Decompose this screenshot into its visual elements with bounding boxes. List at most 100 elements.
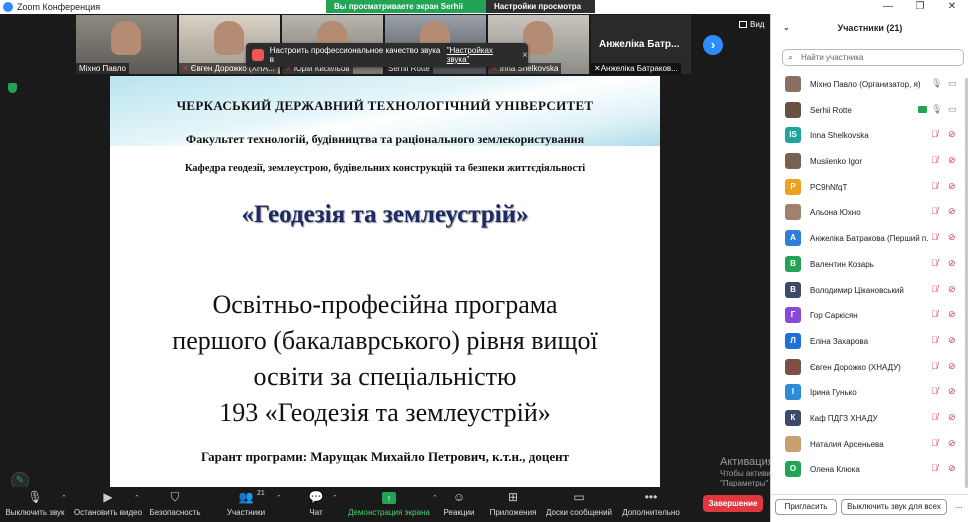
chevron-up-icon[interactable]: ⌃ — [332, 494, 338, 502]
minimize-button[interactable]: — — [872, 0, 904, 14]
window-controls: — ❐ ✕ — [872, 0, 968, 14]
view-label: Вид — [750, 20, 765, 29]
participant-name: Гор Саркісян — [810, 311, 858, 321]
microphone-icon[interactable]: 🎙 — [931, 78, 942, 89]
participants-panel: ⌄ Участники (21) ⌕ Найти участника Міхно… — [770, 14, 968, 522]
participant-row[interactable]: Євген Дорожко (ХНАДУ) 🎙̸ ⊘ — [771, 355, 968, 381]
video-off-icon[interactable]: ⊘ — [948, 284, 956, 295]
participant-row[interactable]: Наталия Арсеньева 🎙̸ ⊘ — [771, 432, 968, 458]
apps-icon: ⊞ — [507, 490, 519, 504]
participant-row[interactable]: І Ірина Гунько 🎙̸ ⊘ — [771, 380, 968, 406]
video-camera-icon[interactable]: ▭ — [948, 78, 957, 89]
participant-row[interactable]: Serhii Rotte 🎙 ▭ — [771, 98, 968, 124]
participant-name: Міхно Павло (Организатор, я) — [810, 80, 921, 89]
shield-icon: ⛉ — [170, 490, 180, 504]
video-off-icon[interactable]: ⊘ — [948, 361, 956, 372]
more-button[interactable]: ••• Дополнительно — [620, 490, 682, 517]
mic-off-icon[interactable]: 🎙̸ — [931, 206, 938, 216]
mic-off-icon[interactable]: 🎙̸ — [931, 129, 938, 139]
chevron-up-icon[interactable]: ⌃ — [61, 494, 67, 502]
security-button[interactable]: ⛉ Безопасность — [148, 490, 202, 517]
shared-screen: ЧЕРКАСЬКИЙ ДЕРЖАВНИЙ ТЕХНОЛОГІЧНИЙ УНІВЕ… — [110, 76, 660, 487]
mic-off-icon[interactable]: 🎙̸ — [931, 232, 938, 242]
toast-close-button[interactable]: × — [522, 50, 528, 61]
share-screen-button[interactable]: ↑ Демонстрация экрана ⌃ — [348, 490, 438, 517]
participant-name: Ірина Гунько — [810, 388, 857, 398]
video-thumbnail[interactable]: Міхно Павло — [76, 15, 177, 74]
audio-settings-link[interactable]: "Настройках звука" — [447, 46, 516, 64]
participant-row[interactable]: К Каф ПДГЗ ХНАДУ 🎙̸ ⊘ — [771, 406, 968, 432]
next-page-button[interactable]: › — [703, 35, 723, 55]
participant-name: Альона Юхно — [810, 208, 861, 218]
microphone-icon[interactable]: 🎙 — [931, 104, 942, 115]
participant-row[interactable]: В Валентин Козарь 🎙̸ ⊘ — [771, 252, 968, 278]
participant-row[interactable]: Г Гор Саркісян 🎙̸ ⊘ — [771, 303, 968, 329]
close-button[interactable]: ✕ — [936, 0, 968, 14]
view-settings-button[interactable]: Настройки просмотра ⌄ — [486, 0, 595, 24]
participant-row[interactable]: P PC9hNfqT 🎙̸ ⊘ — [771, 175, 968, 201]
mic-off-icon[interactable]: 🎙̸ — [931, 309, 938, 319]
apps-button[interactable]: ⊞ Приложения — [488, 490, 538, 517]
mic-off-icon[interactable]: 🎙̸ — [931, 438, 938, 448]
slide-faculty: Факультет технологій, будівництва та рац… — [185, 132, 585, 146]
mic-off-icon[interactable]: 🎙̸ — [931, 386, 938, 396]
mic-off-icon[interactable]: 🎙̸ — [931, 284, 938, 294]
whiteboards-button[interactable]: ▭ Доски сообщений — [545, 490, 613, 517]
participant-row[interactable]: В Володимир Цікановський 🎙̸ ⊘ — [771, 278, 968, 304]
video-off-icon[interactable]: ⊘ — [948, 129, 956, 140]
microphone-icon: 🎙 — [27, 490, 43, 504]
video-off-icon[interactable]: ⊘ — [948, 181, 956, 192]
stop-video-button[interactable]: ▶ Остановить видео ⌃ — [72, 490, 144, 517]
reactions-button[interactable]: ☺ Реакции — [442, 490, 476, 517]
participant-row[interactable]: Musiienko Igor 🎙̸ ⊘ — [771, 149, 968, 175]
video-off-icon[interactable]: ⊘ — [948, 155, 956, 166]
chevron-up-icon[interactable]: ⌃ — [134, 494, 140, 502]
chevron-up-icon[interactable]: ⌃ — [276, 494, 282, 502]
video-off-icon[interactable]: ⊘ — [948, 463, 956, 474]
participant-row[interactable]: О Олена Клюка 🎙̸ ⊘ — [771, 457, 968, 483]
video-off-icon[interactable]: ⊘ — [948, 258, 956, 269]
participant-row[interactable]: Міхно Павло (Организатор, я) 🎙 ▭ — [771, 72, 968, 98]
view-button[interactable]: Вид — [739, 20, 764, 29]
video-off-icon[interactable]: ⊘ — [948, 335, 956, 346]
video-off-icon[interactable]: ⊘ — [948, 232, 956, 243]
mic-off-icon: ✕ — [182, 64, 189, 73]
participant-row[interactable]: Л Еліна Захарова 🎙̸ ⊘ — [771, 329, 968, 355]
participants-button[interactable]: 👥 21 Участники ⌃ — [221, 490, 282, 517]
maximize-button[interactable]: ❐ — [904, 0, 936, 14]
participant-search-input[interactable]: ⌕ Найти участника — [782, 49, 964, 66]
video-thumbnail[interactable]: Анжеліка Батр... ✕Анжеліка Батраков... — [591, 15, 691, 74]
slide-program-line: першого (бакалаврського) рівня вищої — [172, 326, 598, 355]
video-off-icon[interactable]: ⊘ — [948, 438, 956, 449]
mic-off-icon[interactable]: 🎙̸ — [931, 361, 938, 371]
mic-off-icon[interactable]: 🎙̸ — [931, 258, 938, 268]
video-camera-icon[interactable]: ▭ — [948, 104, 957, 115]
participant-video — [111, 21, 141, 55]
mute-button[interactable]: 🎙 Выключить звук ⌃ — [5, 490, 67, 517]
video-off-icon[interactable]: ⊘ — [948, 386, 956, 397]
mute-all-button[interactable]: Выключить звук для всех — [841, 499, 947, 515]
invite-button[interactable]: Пригласить — [775, 499, 837, 515]
video-off-icon[interactable]: ⊘ — [948, 309, 956, 320]
encryption-shield-icon[interactable] — [8, 83, 17, 93]
chat-button[interactable]: 💬 Чат ⌃ — [302, 490, 338, 517]
mic-off-icon[interactable]: 🎙̸ — [931, 412, 938, 422]
video-label: Остановить видео — [73, 508, 143, 517]
end-meeting-button[interactable]: Завершение — [703, 495, 763, 512]
share-label: Демонстрация экрана — [348, 508, 430, 517]
participant-row[interactable]: А Анжеліка Батракова (Перший п... 🎙̸ ⊘ — [771, 226, 968, 252]
chevron-up-icon[interactable]: ⌃ — [432, 494, 438, 502]
panel-footer: Пригласить Выключить звук для всех ... — [771, 494, 968, 522]
apps-label: Приложения — [489, 508, 537, 517]
mic-off-icon[interactable]: 🎙̸ — [931, 181, 938, 191]
video-off-icon[interactable]: ⊘ — [948, 412, 956, 423]
more-options-button[interactable]: ... — [951, 499, 967, 515]
participant-row[interactable]: IS Inna Shelkovska 🎙̸ ⊘ — [771, 123, 968, 149]
video-off-icon[interactable]: ⊘ — [948, 206, 956, 217]
participant-row[interactable]: Альона Юхно 🎙̸ ⊘ — [771, 200, 968, 226]
mic-off-icon[interactable]: 🎙̸ — [931, 463, 938, 473]
mic-off-icon[interactable]: 🎙̸ — [931, 335, 938, 345]
search-icon: ⌕ — [788, 52, 794, 62]
participant-video — [214, 21, 244, 55]
mic-off-icon[interactable]: 🎙̸ — [931, 155, 938, 165]
